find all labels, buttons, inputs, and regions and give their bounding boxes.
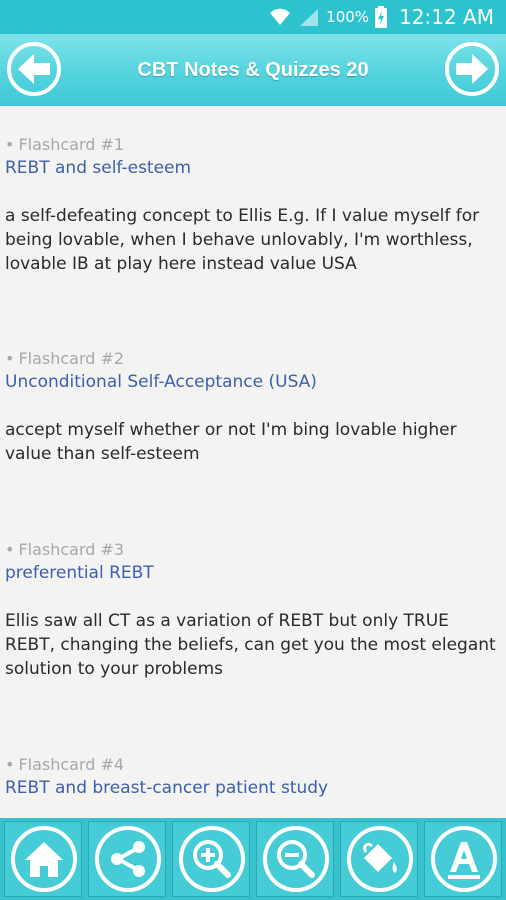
bullet: • [5, 540, 15, 559]
flashcard: • Flashcard #3 preferential REBT Ellis sa… [5, 539, 498, 681]
zoom-in-icon [179, 826, 245, 892]
flashcard-term: REBT and breast-cancer patient study [5, 778, 329, 798]
status-indicators: 100% 12:12 AM [268, 0, 494, 34]
app-bar: CBT Notes & Quizzes 20 [0, 34, 506, 106]
flashcard: • Flashcard #4 REBT and breast-cancer pat… [5, 754, 498, 800]
paint-bucket-icon [347, 826, 413, 892]
flashcard-definition: Ellis saw all CT as a variation of REBT … [5, 611, 496, 679]
share-button[interactable] [88, 821, 166, 897]
flashcard: • Flashcard #1 REBT and self-esteem a sel… [5, 134, 498, 276]
flashcard: • Flashcard #2 Unconditional Self-Accepta… [5, 348, 498, 466]
bullet: • [5, 135, 15, 154]
flashcard-term: REBT and self-esteem [5, 158, 192, 178]
status-bar: 100% 12:12 AM [0, 0, 506, 34]
forward-button[interactable] [444, 41, 500, 97]
page-title: CBT Notes & Quizzes 20 [137, 59, 369, 81]
battery-percentage: 100% [326, 8, 370, 26]
home-icon [11, 826, 77, 892]
zoom-out-icon [263, 826, 329, 892]
bottom-toolbar [0, 818, 506, 900]
flashcard-term: Unconditional Self-Acceptance (USA) [5, 372, 317, 392]
zoom-in-button[interactable] [172, 821, 250, 897]
battery-charging-icon [375, 6, 388, 28]
signal-icon [300, 9, 319, 26]
font-button[interactable] [424, 821, 502, 897]
clock: 12:12 AM [399, 5, 494, 29]
background-color-button[interactable] [340, 821, 418, 897]
bullet: • [5, 349, 15, 368]
flashcard-definition: a self-defeating concept to Ellis E.g. I… [5, 206, 480, 274]
share-icon [95, 826, 161, 892]
zoom-out-button[interactable] [256, 821, 334, 897]
flashcard-term: preferential REBT [5, 563, 154, 583]
flashcard-label: Flashcard #2 [18, 349, 125, 368]
flashcard-label: Flashcard #4 [18, 755, 125, 774]
wifi-icon [270, 8, 291, 26]
home-button[interactable] [4, 821, 82, 897]
flashcard-label: Flashcard #3 [18, 540, 125, 559]
flashcard-list[interactable]: • Flashcard #1 REBT and self-esteem a sel… [0, 106, 506, 818]
flashcard-definition: accept myself whether or not I'm bing lo… [5, 420, 457, 464]
flashcard-label: Flashcard #1 [18, 135, 125, 154]
bullet: • [5, 755, 15, 774]
arrow-right-icon [445, 42, 499, 96]
font-icon [431, 826, 497, 892]
